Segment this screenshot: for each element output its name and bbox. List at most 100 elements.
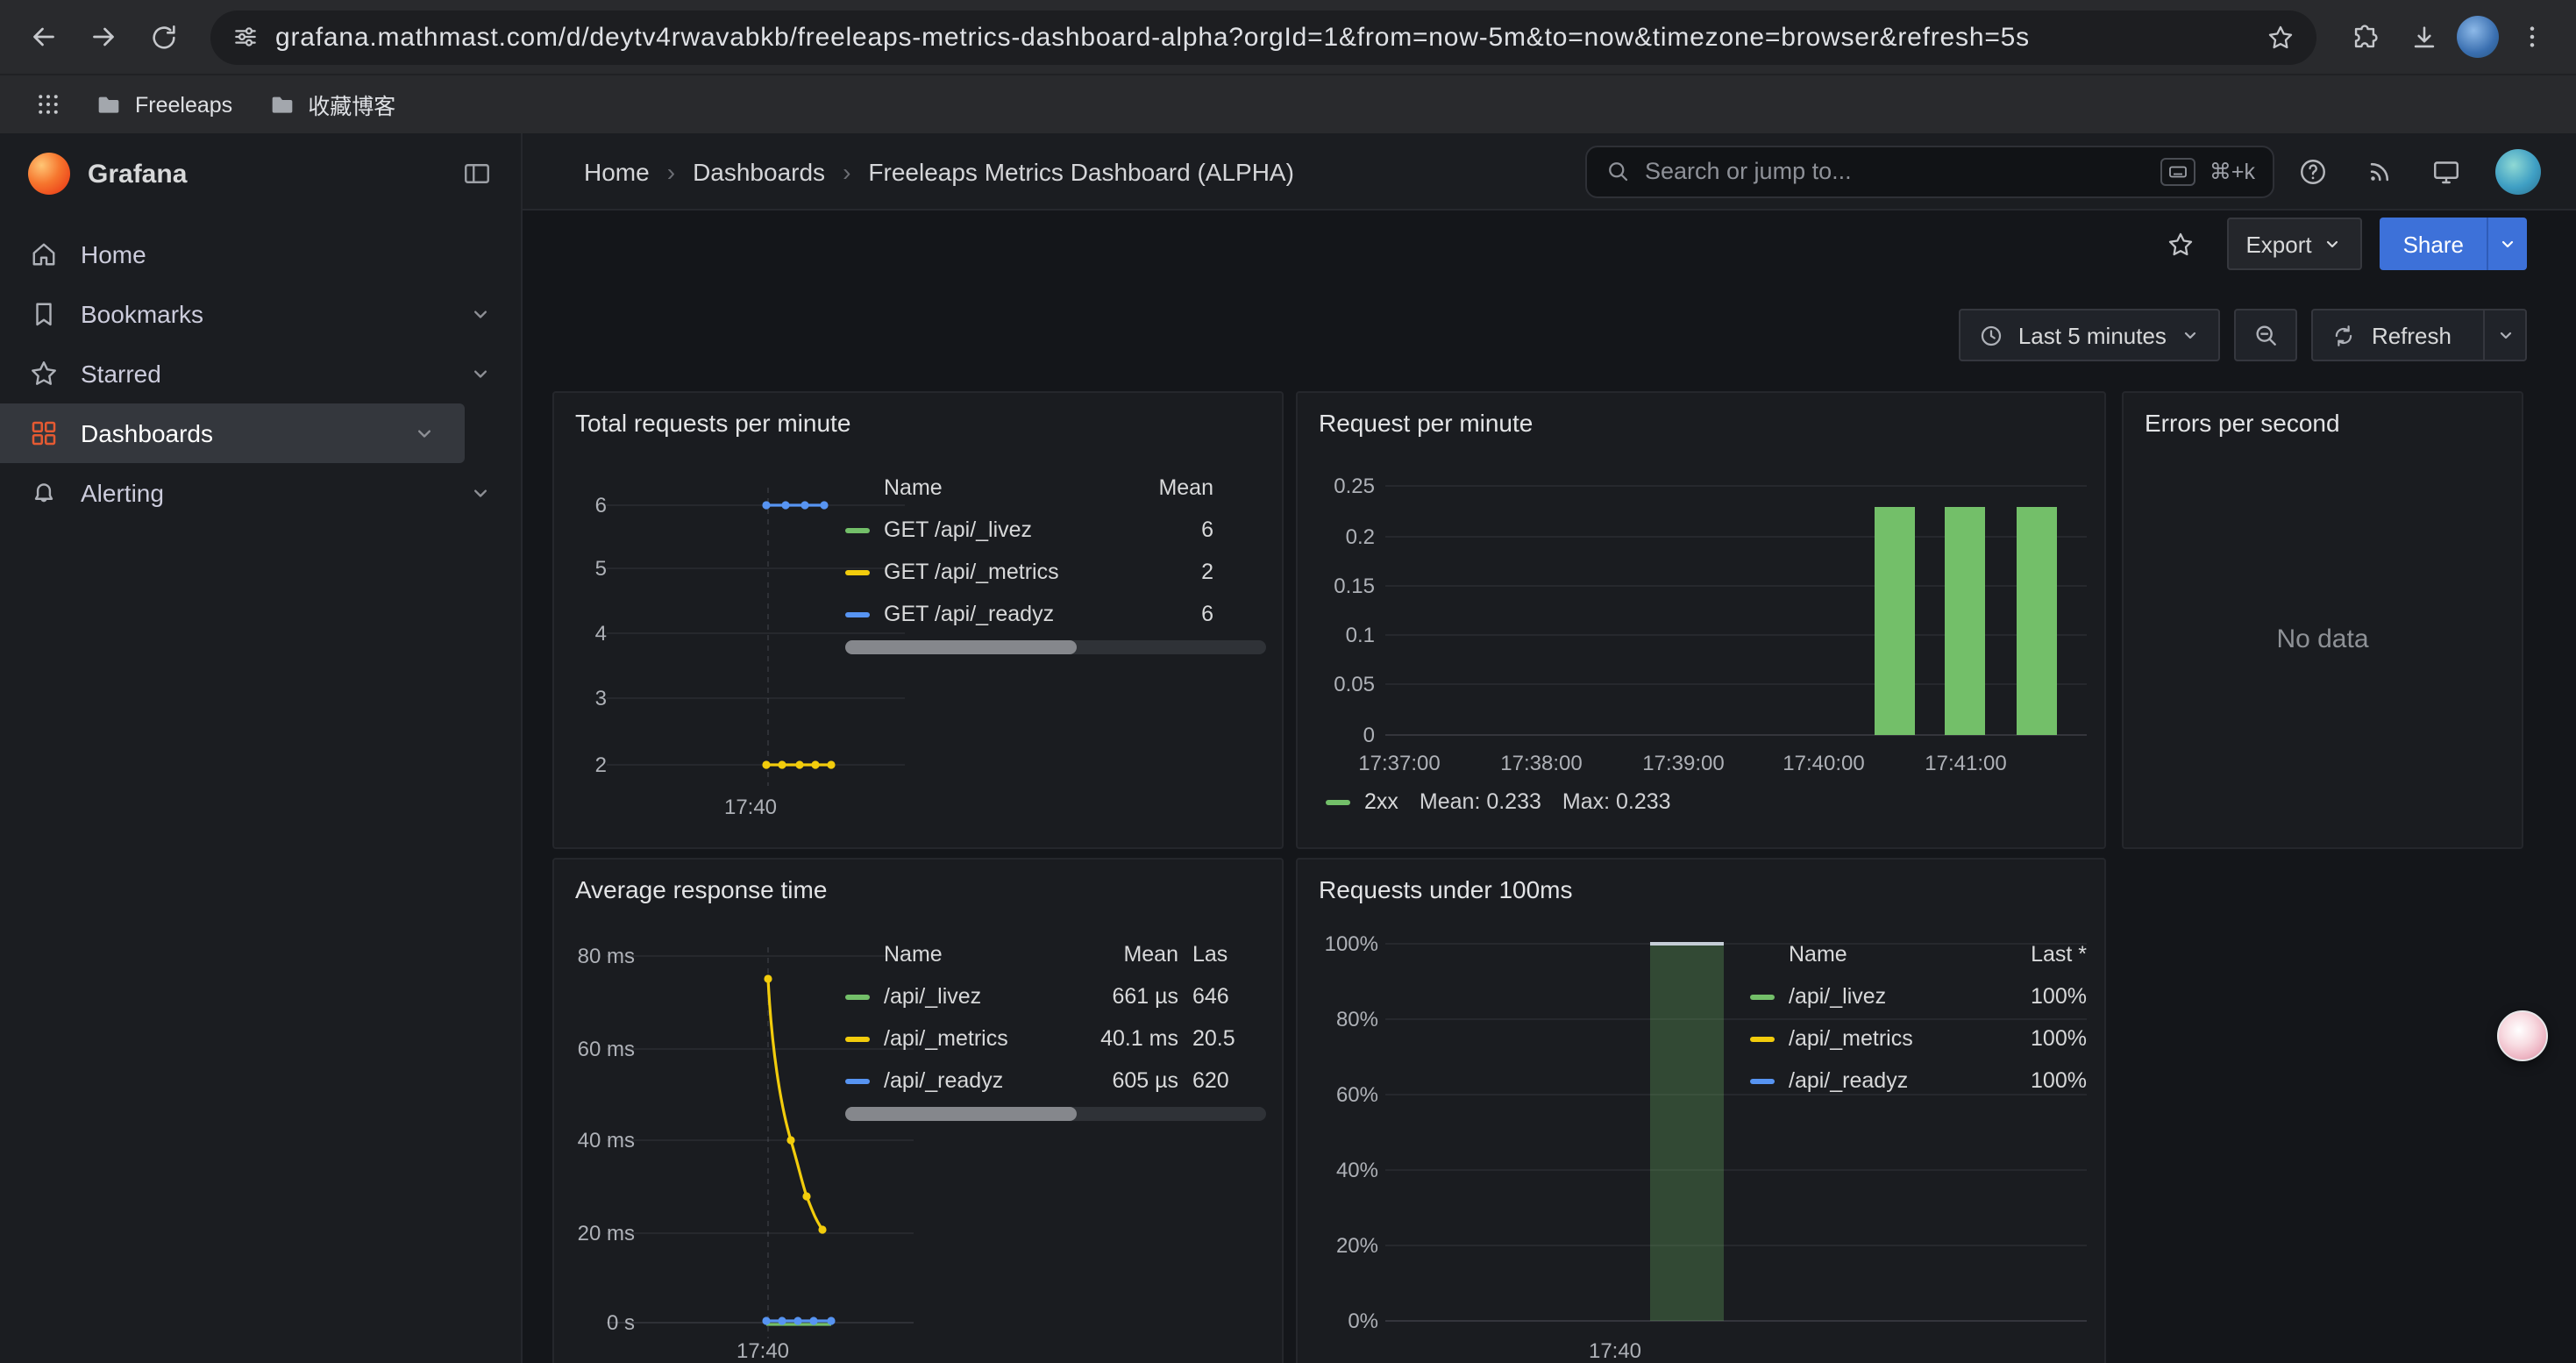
legend-col-last[interactable]: Las <box>1192 942 1238 967</box>
series-name[interactable]: GET /api/_readyz <box>884 602 1094 626</box>
sidebar-item-home[interactable]: Home <box>0 225 521 284</box>
reload-icon[interactable] <box>137 11 189 63</box>
url-text[interactable]: grafana.mathmast.com/d/deytv4rwavabkb/fr… <box>275 22 2250 52</box>
legend-col-mean[interactable]: Mean <box>1108 475 1213 500</box>
y-tick: 0% <box>1305 1307 1378 1335</box>
bookmark-star-icon[interactable] <box>2266 22 2295 52</box>
legend-row[interactable]: /api/_metrics 100% <box>1750 1017 2087 1060</box>
series-mean: 661 µs <box>1080 984 1178 1009</box>
browser-menu-icon[interactable] <box>2506 11 2558 63</box>
sidebar-brand: Grafana <box>0 133 521 214</box>
legend-col-name[interactable]: Name <box>884 475 1094 500</box>
y-tick: 0.2 <box>1308 523 1375 551</box>
time-range-picker[interactable]: Last 5 minutes <box>1959 309 2221 361</box>
share-button[interactable]: Share <box>2380 218 2527 270</box>
legend-scrollbar[interactable] <box>845 640 1266 654</box>
search-box[interactable]: ⌘+k <box>1585 145 2274 197</box>
share-menu-caret[interactable] <box>2487 218 2527 270</box>
floating-assistant-avatar[interactable] <box>2497 1010 2548 1061</box>
export-button[interactable]: Export <box>2226 218 2362 270</box>
search-input[interactable] <box>1645 158 2146 184</box>
y-tick: 100% <box>1305 930 1378 958</box>
y-tick: 0.1 <box>1308 621 1375 649</box>
browser-profile-avatar[interactable] <box>2457 16 2499 58</box>
site-settings-icon[interactable] <box>231 23 260 51</box>
chevron-down-icon[interactable] <box>468 302 493 326</box>
scrollbar-thumb[interactable] <box>845 1107 1077 1121</box>
legend-col-mean[interactable]: Mean <box>1080 942 1178 967</box>
sidebar-item-bookmarks[interactable]: Bookmarks <box>0 284 521 344</box>
chevron-down-icon[interactable] <box>468 481 493 505</box>
legend-row[interactable]: GET /api/_readyz 6 <box>845 593 1266 635</box>
refresh-interval-caret[interactable] <box>2483 310 2525 360</box>
panel-title[interactable]: Errors per second <box>2124 393 2522 437</box>
panel-requests-under-100ms[interactable]: Requests under 100ms 100% 80% 60% 40% 20… <box>1296 858 2106 1363</box>
legend-row[interactable]: /api/_readyz 100% <box>1750 1060 2087 1102</box>
series-name[interactable]: GET /api/_livez <box>884 517 1094 542</box>
panel-title[interactable]: Average response time <box>554 860 1282 903</box>
extensions-icon[interactable] <box>2338 11 2390 63</box>
series-name[interactable]: /api/_livez <box>1789 984 1985 1009</box>
user-avatar[interactable] <box>2495 148 2541 194</box>
series-mean: 6 <box>1108 602 1213 626</box>
grafana-logo-icon[interactable] <box>28 153 70 195</box>
legend-col-name[interactable]: Name <box>1789 942 1985 967</box>
zoom-out-button[interactable] <box>2235 309 2298 361</box>
panel-title[interactable]: Request per minute <box>1298 393 2104 437</box>
news-rss-icon[interactable] <box>2352 145 2408 197</box>
legend-col-name[interactable]: Name <box>884 942 1066 967</box>
bookmark-folder-blogs[interactable]: 收藏博客 <box>253 81 409 128</box>
series-name[interactable]: /api/_metrics <box>884 1026 1066 1051</box>
series-name[interactable]: /api/_metrics <box>1789 1026 1985 1051</box>
display-icon[interactable] <box>2418 145 2474 197</box>
breadcrumb-dashboards[interactable]: Dashboards <box>693 157 825 185</box>
chevron-down-icon[interactable] <box>412 421 437 446</box>
sidebar-item-dashboards[interactable]: Dashboards <box>0 403 465 463</box>
series-name[interactable]: GET /api/_metrics <box>884 560 1094 584</box>
scrollbar-thumb[interactable] <box>845 640 1077 654</box>
zoom-out-icon <box>2252 321 2281 349</box>
chevron-down-icon[interactable] <box>468 361 493 386</box>
breadcrumb-current[interactable]: Freeleaps Metrics Dashboard (ALPHA) <box>868 157 1294 185</box>
x-tick: 17:39:00 <box>1627 749 1740 777</box>
x-tick: 17:37:00 <box>1343 749 1455 777</box>
share-label[interactable]: Share <box>2380 218 2487 270</box>
url-bar[interactable]: grafana.mathmast.com/d/deytv4rwavabkb/fr… <box>210 10 2316 64</box>
series-name[interactable]: /api/_livez <box>884 984 1066 1009</box>
series-name[interactable]: 2xx <box>1364 789 1398 814</box>
panel-avg-response-time[interactable]: Average response time 80 ms 60 ms 40 ms … <box>552 858 1284 1363</box>
panel-request-per-minute[interactable]: Request per minute 0.25 0.2 0.15 0.1 0.0… <box>1296 391 2106 849</box>
sidebar-item-starred[interactable]: Starred <box>0 344 521 403</box>
legend-row[interactable]: /api/_metrics 40.1 ms 20.5 m <box>845 1017 1266 1060</box>
favorite-star-icon[interactable] <box>2153 218 2209 270</box>
legend-row[interactable]: GET /api/_livez 6 <box>845 509 1266 551</box>
panel-title[interactable]: Requests under 100ms <box>1298 860 2104 903</box>
series-name[interactable]: /api/_readyz <box>884 1068 1066 1093</box>
legend-row[interactable]: /api/_livez 100% <box>1750 975 2087 1017</box>
refresh-button[interactable]: Refresh <box>2312 309 2527 361</box>
series-mean: 40.1 ms <box>1080 1026 1178 1051</box>
legend-col-last[interactable]: Last * <box>1999 942 2087 967</box>
downloads-icon[interactable] <box>2397 11 2450 63</box>
time-controls: Last 5 minutes Refresh <box>1959 309 2527 361</box>
apps-grid-icon[interactable] <box>21 78 74 131</box>
panel-title[interactable]: Total requests per minute <box>554 393 1282 437</box>
legend-row[interactable]: /api/_livez 661 µs 646 <box>845 975 1266 1017</box>
bookmark-folder-freeleaps[interactable]: Freeleaps <box>81 83 246 125</box>
legend-row[interactable]: GET /api/_metrics 2 <box>845 551 1266 593</box>
sidebar-collapse-icon[interactable] <box>461 158 493 189</box>
legend-row[interactable]: /api/_readyz 605 µs 620 <box>845 1060 1266 1102</box>
help-icon[interactable] <box>2285 145 2341 197</box>
bookmark-icon <box>28 298 60 330</box>
refresh-main[interactable]: Refresh <box>2314 310 2469 360</box>
series-last: 646 <box>1192 984 1238 1009</box>
forward-icon[interactable] <box>77 11 130 63</box>
panel-errors-per-second[interactable]: Errors per second No data <box>2122 391 2523 849</box>
back-icon[interactable] <box>18 11 70 63</box>
breadcrumb-home[interactable]: Home <box>584 157 650 185</box>
legend[interactable]: 2xx Mean: 0.233 Max: 0.233 <box>1326 789 1671 814</box>
panel-total-requests[interactable]: Total requests per minute 6 5 4 3 2 17:4… <box>552 391 1284 849</box>
legend-scrollbar[interactable] <box>845 1107 1266 1121</box>
sidebar-item-alerting[interactable]: Alerting <box>0 463 521 523</box>
series-name[interactable]: /api/_readyz <box>1789 1068 1985 1093</box>
